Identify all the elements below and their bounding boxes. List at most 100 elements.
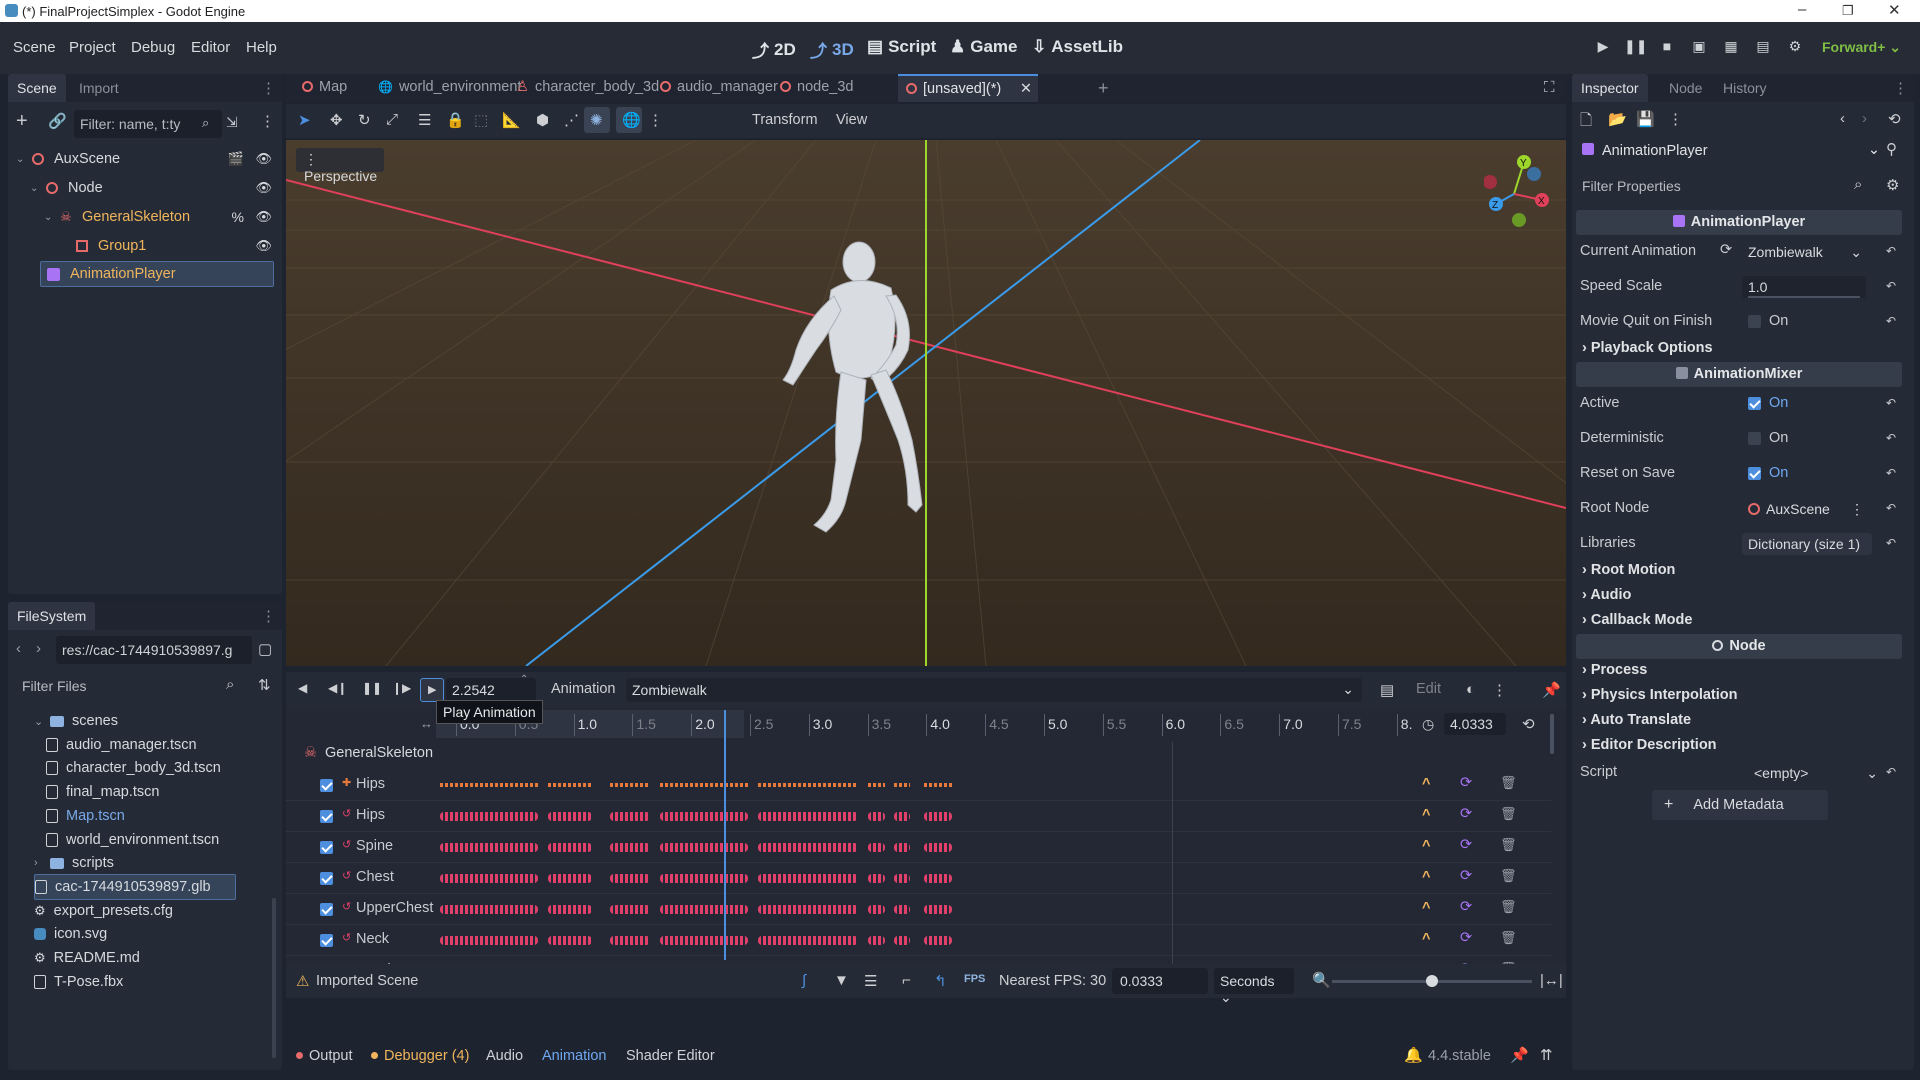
animation-track[interactable]: ↺ Spine ^ ⟳ 🗑 xyxy=(286,832,1566,863)
keyframe-strip[interactable] xyxy=(660,874,748,883)
run-project-icon[interactable]: ▶ xyxy=(1592,38,1614,58)
delete-track-icon[interactable]: 🗑 xyxy=(1500,899,1517,915)
file-item[interactable]: final_map.tscn xyxy=(46,779,236,805)
scene-tab[interactable]: Map xyxy=(294,74,355,102)
workspace-3d[interactable]: ⤴ 3D xyxy=(810,37,854,62)
rotate-mode-icon[interactable]: ↻ xyxy=(358,111,371,129)
anim-menu-icon[interactable]: ⋮ xyxy=(1492,681,1507,699)
workspace-assetlib[interactable]: ⇩ AssetLib xyxy=(1032,37,1123,57)
instance-scene-icon[interactable]: 🔗 xyxy=(48,112,67,130)
keyframe-strip[interactable] xyxy=(868,843,885,852)
filter-tracks-icon[interactable]: ▼ xyxy=(834,972,849,989)
maximize-icon[interactable]: ❐ xyxy=(1842,3,1854,19)
menu-editor[interactable]: Editor xyxy=(191,39,230,56)
tree-node-animationplayer[interactable]: AnimationPlayer xyxy=(40,261,274,287)
collapse-arrow-icon[interactable]: ⌄ xyxy=(30,183,42,194)
speed-scale-slider[interactable] xyxy=(1748,296,1860,298)
keyframe-strip[interactable] xyxy=(924,874,952,883)
collapse-arrow-icon[interactable]: › xyxy=(34,857,42,869)
select-mode-icon[interactable]: ➤ xyxy=(298,111,311,129)
keyframe-strip[interactable] xyxy=(868,905,885,914)
sun-preview-toggle[interactable]: ✺ xyxy=(584,107,610,133)
revert-icon[interactable]: ↶ xyxy=(1886,314,1896,328)
keyframe-strip[interactable] xyxy=(660,936,748,945)
group-root-motion[interactable]: › Root Motion xyxy=(1582,562,1675,578)
time-spin-icon[interactable]: ⌃ xyxy=(520,674,528,685)
keyframe-strip[interactable] xyxy=(548,936,592,945)
run-current-scene-icon[interactable]: ▦ xyxy=(1720,38,1742,58)
snap-timeline-icon[interactable]: ↰ xyxy=(934,972,947,990)
loop-icon[interactable]: ⟲ xyxy=(1522,715,1535,733)
bezier-curve-icon[interactable]: ∫ xyxy=(802,972,806,989)
delete-track-icon[interactable]: 🗑 xyxy=(1500,930,1517,946)
pause-icon[interactable]: ❚❚ xyxy=(1624,38,1647,58)
loop-wrap-icon[interactable]: ⟳ xyxy=(1460,837,1472,853)
collapse-arrow-icon[interactable]: ⌄ xyxy=(34,715,43,728)
playhead[interactable] xyxy=(724,710,727,960)
keyframe-strip[interactable] xyxy=(758,905,858,914)
revert-icon[interactable]: ↶ xyxy=(1886,396,1896,410)
attach-script-icon[interactable]: ⇲ xyxy=(226,114,238,131)
group-tracks-icon[interactable]: ☰ xyxy=(864,972,877,990)
history-list-icon[interactable]: ⟲ xyxy=(1888,110,1901,128)
new-tab-icon[interactable]: + xyxy=(1098,78,1109,99)
ruler-icon[interactable]: 📐 xyxy=(502,111,521,129)
close-tab-icon[interactable]: ✕ xyxy=(1020,81,1032,97)
step-field[interactable]: 0.0333 xyxy=(1112,968,1208,994)
keyframe-strip[interactable] xyxy=(610,874,650,883)
group-playback-options[interactable]: › Playback Options xyxy=(1582,340,1713,356)
pin-panel-icon[interactable]: 📌 xyxy=(1510,1046,1529,1064)
keyframe-strip[interactable] xyxy=(440,783,538,787)
save-resource-icon[interactable]: 💾 xyxy=(1636,110,1655,128)
local-space-icon[interactable]: ⬢ xyxy=(536,111,549,129)
file-item[interactable]: Map.tscn xyxy=(46,803,236,829)
timer-icon[interactable]: ◷ xyxy=(1422,716,1434,733)
keyframe-strip[interactable] xyxy=(894,905,910,914)
view-gizmo[interactable]: Y X Z xyxy=(1484,154,1554,230)
animation-track[interactable]: ✚ Hips ^ ⟳ 🗑 xyxy=(286,770,1566,801)
loop-wrap-icon[interactable]: ⟳ xyxy=(1460,775,1472,791)
keyframe-strip[interactable] xyxy=(440,874,538,883)
keyframe-strip[interactable] xyxy=(440,812,538,821)
keyframe-strip[interactable] xyxy=(758,783,858,787)
track-enabled-checkbox[interactable] xyxy=(320,934,333,947)
keyframe-strip[interactable] xyxy=(660,812,748,821)
view-menu[interactable]: View xyxy=(836,112,867,128)
keyframe-strip[interactable] xyxy=(440,843,538,852)
speed-scale-field[interactable]: 1.0 xyxy=(1742,276,1866,298)
keyframe-strip[interactable] xyxy=(758,874,858,883)
visibility-eye-icon[interactable]: 👁 xyxy=(255,151,272,167)
track-enabled-checkbox[interactable] xyxy=(320,841,333,854)
file-item[interactable]: › scripts xyxy=(34,850,236,876)
play-animation-button[interactable]: ▶ xyxy=(420,678,444,702)
revert-icon[interactable]: ↶ xyxy=(1886,431,1896,445)
fit-timeline-icon[interactable]: |↔| xyxy=(1540,972,1563,989)
keyframe-strip[interactable] xyxy=(440,905,538,914)
split-mode-icon[interactable]: ▢ xyxy=(258,640,272,658)
keyframe-strip[interactable] xyxy=(610,843,650,852)
delete-track-icon[interactable]: 🗑 xyxy=(1500,868,1517,884)
delete-track-icon[interactable]: 🗑 xyxy=(1500,806,1517,822)
snap-keys-icon[interactable]: ⌐ xyxy=(902,972,911,989)
track-enabled-checkbox[interactable] xyxy=(320,779,333,792)
menu-scene[interactable]: Scene xyxy=(13,39,56,56)
scene-tab[interactable]: audio_manager xyxy=(652,74,786,102)
filter-properties-input[interactable]: Filter Properties xyxy=(1576,172,1872,200)
interpolation-mode-icon[interactable]: ^ xyxy=(1422,807,1430,823)
scene-filter-input[interactable]: Filter: name, t:ty xyxy=(74,110,222,138)
interpolation-mode-icon[interactable]: ^ xyxy=(1422,931,1430,947)
keyframe-strip[interactable] xyxy=(868,874,885,883)
loop-wrap-icon[interactable]: ⟳ xyxy=(1460,868,1472,884)
tab-import[interactable]: Import xyxy=(70,74,128,102)
renderer-select[interactable]: Forward+ ⌄ xyxy=(1822,39,1901,56)
close-window-icon[interactable]: ✕ xyxy=(1888,1,1901,19)
dock-menu-icon[interactable]: ⋮ xyxy=(261,79,276,97)
scene-tab[interactable]: [unsaved](*) ✕ xyxy=(898,74,1038,102)
delete-track-icon[interactable]: 🗑 xyxy=(1500,775,1517,791)
tab-history[interactable]: History xyxy=(1714,74,1776,102)
keyframe-strip[interactable] xyxy=(758,843,858,852)
scrollbar[interactable] xyxy=(272,898,276,1058)
file-item[interactable]: character_body_3d.tscn xyxy=(46,755,236,781)
keyframe-strip[interactable] xyxy=(758,812,858,821)
current-animation-select[interactable]: Zombiewalk ⌄ xyxy=(1742,241,1866,263)
